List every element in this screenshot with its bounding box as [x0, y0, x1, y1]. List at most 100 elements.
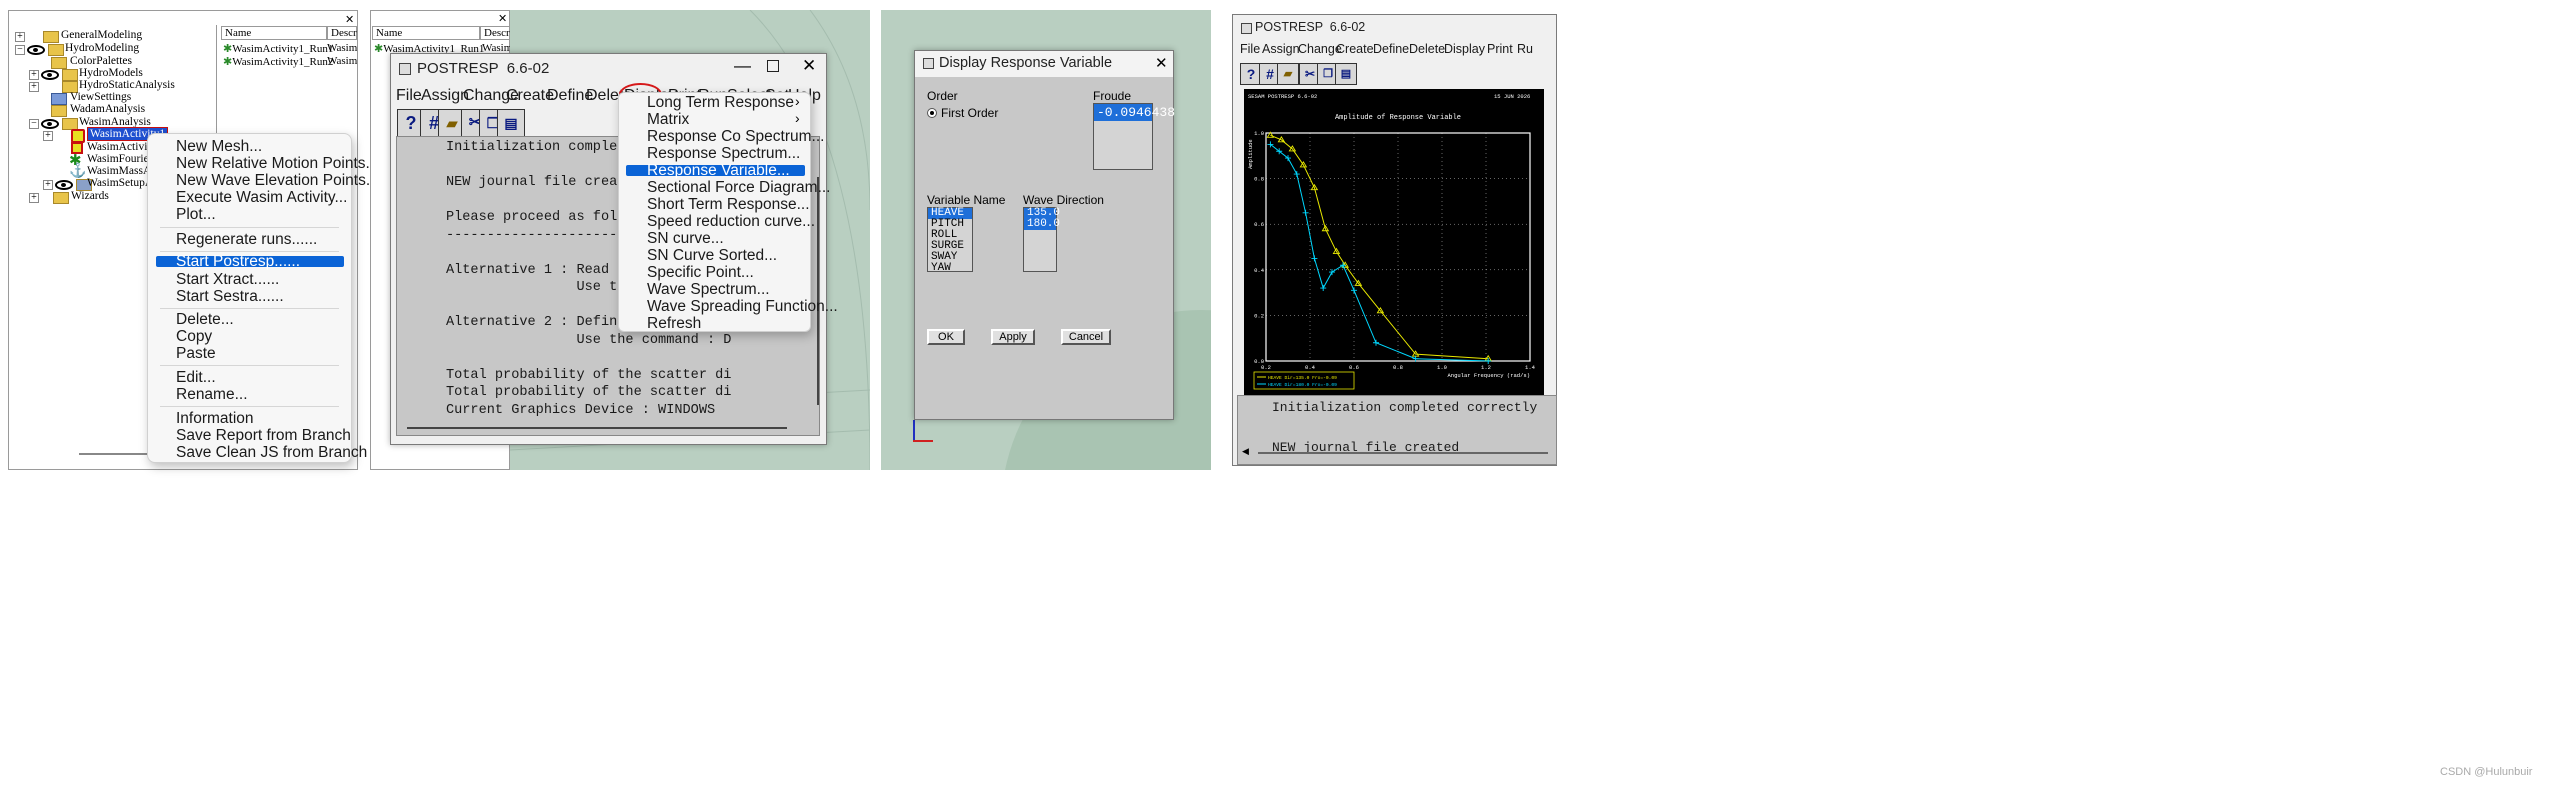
close-button[interactable]: ✕: [1155, 54, 1168, 72]
eye-icon[interactable]: [41, 70, 59, 80]
column-header-name[interactable]: Name: [221, 26, 327, 40]
column-header-descr[interactable]: Descr: [480, 26, 510, 40]
menu-file[interactable]: File: [1240, 42, 1260, 56]
menu-assign[interactable]: Assign: [421, 87, 469, 105]
menu-item-start-sestra[interactable]: Start Sestra......: [176, 288, 284, 306]
wave-direction-item[interactable]: 180.0: [1024, 219, 1060, 230]
menu-item-response-variable[interactable]: Response Variable...: [647, 162, 790, 180]
eye-icon[interactable]: [27, 45, 45, 55]
menu-item-copy[interactable]: Copy: [176, 328, 212, 346]
eye-icon[interactable]: [41, 119, 59, 129]
radio-first-order[interactable]: [927, 108, 937, 118]
paste-icon[interactable]: ▤: [497, 109, 525, 137]
folder-icon: [53, 192, 69, 204]
menu-item-delete[interactable]: Delete...: [176, 311, 234, 329]
variable-listbox[interactable]: HEAVE PITCH ROLL SURGE SWAY YAW: [927, 207, 973, 274]
run-row[interactable]: ✱WasimActivity1_Run1: [223, 42, 333, 55]
close-button[interactable]: ✕: [802, 56, 816, 76]
y-tick-label: 0.0: [1254, 358, 1264, 365]
menu-item-information[interactable]: Information: [176, 410, 254, 428]
menu-item-sn-curve[interactable]: SN curve...: [647, 230, 724, 248]
expand-icon[interactable]: +: [29, 193, 39, 203]
menu-item-edit[interactable]: Edit...: [176, 369, 216, 387]
menu-item-sn-curve-sorted[interactable]: SN Curve Sorted...: [647, 247, 777, 265]
menu-item-response-co-spectrum[interactable]: Response Co Spectrum...: [647, 128, 824, 146]
collapse-icon[interactable]: −: [29, 119, 39, 129]
menu-item-new-mesh[interactable]: New Mesh...: [176, 138, 262, 156]
menu-item-new-relative-motion[interactable]: New Relative Motion Points...: [176, 155, 378, 173]
menu-item-matrix[interactable]: Matrix: [647, 111, 689, 129]
menu-item-save-report[interactable]: Save Report from Branch: [176, 427, 351, 445]
column-header-descr[interactable]: Descr: [327, 26, 357, 40]
cancel-button[interactable]: Cancel: [1061, 329, 1111, 345]
froude-item[interactable]: -0.0946438: [1094, 104, 1175, 121]
menu-item-response-spectrum[interactable]: Response Spectrum...: [647, 145, 800, 163]
menu-item-paste[interactable]: Paste: [176, 345, 216, 363]
horizontal-scrollbar[interactable]: [1258, 452, 1548, 454]
menu-item-plot[interactable]: Plot...: [176, 206, 216, 224]
froude-listbox[interactable]: -0.0946438: [1093, 103, 1175, 170]
ok-button[interactable]: OK: [927, 329, 965, 345]
paste-icon[interactable]: ▤: [1335, 63, 1357, 85]
variable-item[interactable]: YAW: [928, 263, 972, 274]
menu-item-execute-wasim[interactable]: Execute Wasim Activity...: [176, 189, 347, 207]
folder-icon: [43, 31, 59, 43]
open-folder-icon[interactable]: ▰: [1277, 63, 1299, 85]
close-icon[interactable]: ✕: [498, 12, 507, 25]
plot-header-right: 15 JUN 2026: [1494, 93, 1530, 100]
y-tick-label: 0.2: [1254, 312, 1264, 319]
minimize-button[interactable]: —: [734, 56, 751, 76]
menu-item-wave-spreading[interactable]: Wave Spreading Function...: [647, 298, 838, 316]
y-axis-label: Amplitude: [1247, 139, 1254, 169]
close-icon[interactable]: ✕: [345, 13, 354, 26]
order-label: Order: [927, 89, 958, 103]
scroll-left-icon[interactable]: ◀: [1242, 446, 1249, 457]
menu-create[interactable]: Create: [1336, 42, 1374, 56]
terminal-line: Total probability of the scatter di: [397, 385, 732, 400]
column-header-name[interactable]: Name: [372, 26, 480, 40]
apply-button[interactable]: Apply: [991, 329, 1035, 345]
menu-item-rename[interactable]: Rename...: [176, 386, 248, 404]
collapse-icon[interactable]: −: [15, 45, 25, 55]
menu-item-new-wave-elevation[interactable]: New Wave Elevation Points...: [176, 172, 379, 190]
menu-item-sectional-force[interactable]: Sectional Force Diagram...: [647, 179, 831, 197]
menu-run[interactable]: Ru: [1517, 42, 1533, 56]
expand-icon[interactable]: +: [29, 70, 39, 80]
menu-file[interactable]: File: [396, 87, 422, 105]
menu-item-refresh[interactable]: Refresh: [647, 315, 701, 333]
terminal-line: NEW journal file created: [1272, 440, 1460, 455]
menu-item-save-clean-js[interactable]: Save Clean JS from Branch: [176, 444, 367, 462]
x-tick-label: 0.8: [1393, 364, 1403, 371]
x-tick-label: 1.2: [1481, 364, 1491, 371]
menu-display[interactable]: Display: [1444, 42, 1485, 56]
horizontal-scrollbar[interactable]: [407, 427, 787, 429]
menu-item-short-term-response[interactable]: Short Term Response...: [647, 196, 810, 214]
menu-item-start-postresp[interactable]: Start Postresp......: [176, 253, 300, 271]
run-row[interactable]: Wasim: [327, 55, 357, 67]
expand-icon[interactable]: +: [43, 180, 53, 190]
menu-print[interactable]: Print: [1487, 42, 1513, 56]
menu-assign[interactable]: Assign: [1262, 42, 1300, 56]
menu-item-start-xtract[interactable]: Start Xtract......: [176, 271, 279, 289]
menu-define[interactable]: Define: [1373, 42, 1409, 56]
run-row[interactable]: ✱WasimActivity1_Run2: [223, 55, 333, 68]
wave-direction-listbox[interactable]: 135.0 180.0: [1023, 207, 1060, 272]
x-tick-label: 0.2: [1261, 364, 1271, 371]
menu-item-wave-spectrum[interactable]: Wave Spectrum...: [647, 281, 770, 299]
postresp-window: POSTRESP 6.6-02 File Assign Change Creat…: [1232, 14, 1557, 466]
eye-icon[interactable]: [55, 180, 73, 190]
menu-item-specific-point[interactable]: Specific Point...: [647, 264, 754, 282]
expand-icon[interactable]: +: [43, 131, 53, 141]
app-icon: [399, 63, 411, 75]
menu-item-speed-reduction[interactable]: Speed reduction curve...: [647, 213, 815, 231]
menu-item-regenerate-runs[interactable]: Regenerate runs......: [176, 231, 317, 249]
menu-item-long-term-response[interactable]: Long Term Response: [647, 94, 794, 112]
menu-delete[interactable]: Delete: [1409, 42, 1445, 56]
legend-label: HEAVE Dir=135.0 Fro=-0.09: [1268, 375, 1337, 381]
run-row[interactable]: Wasim: [327, 42, 357, 54]
expand-icon[interactable]: +: [29, 82, 39, 92]
vertical-scrollbar[interactable]: [817, 177, 819, 405]
maximize-button[interactable]: [767, 60, 779, 72]
axis-triad: [913, 420, 915, 442]
expand-icon[interactable]: +: [15, 32, 25, 42]
